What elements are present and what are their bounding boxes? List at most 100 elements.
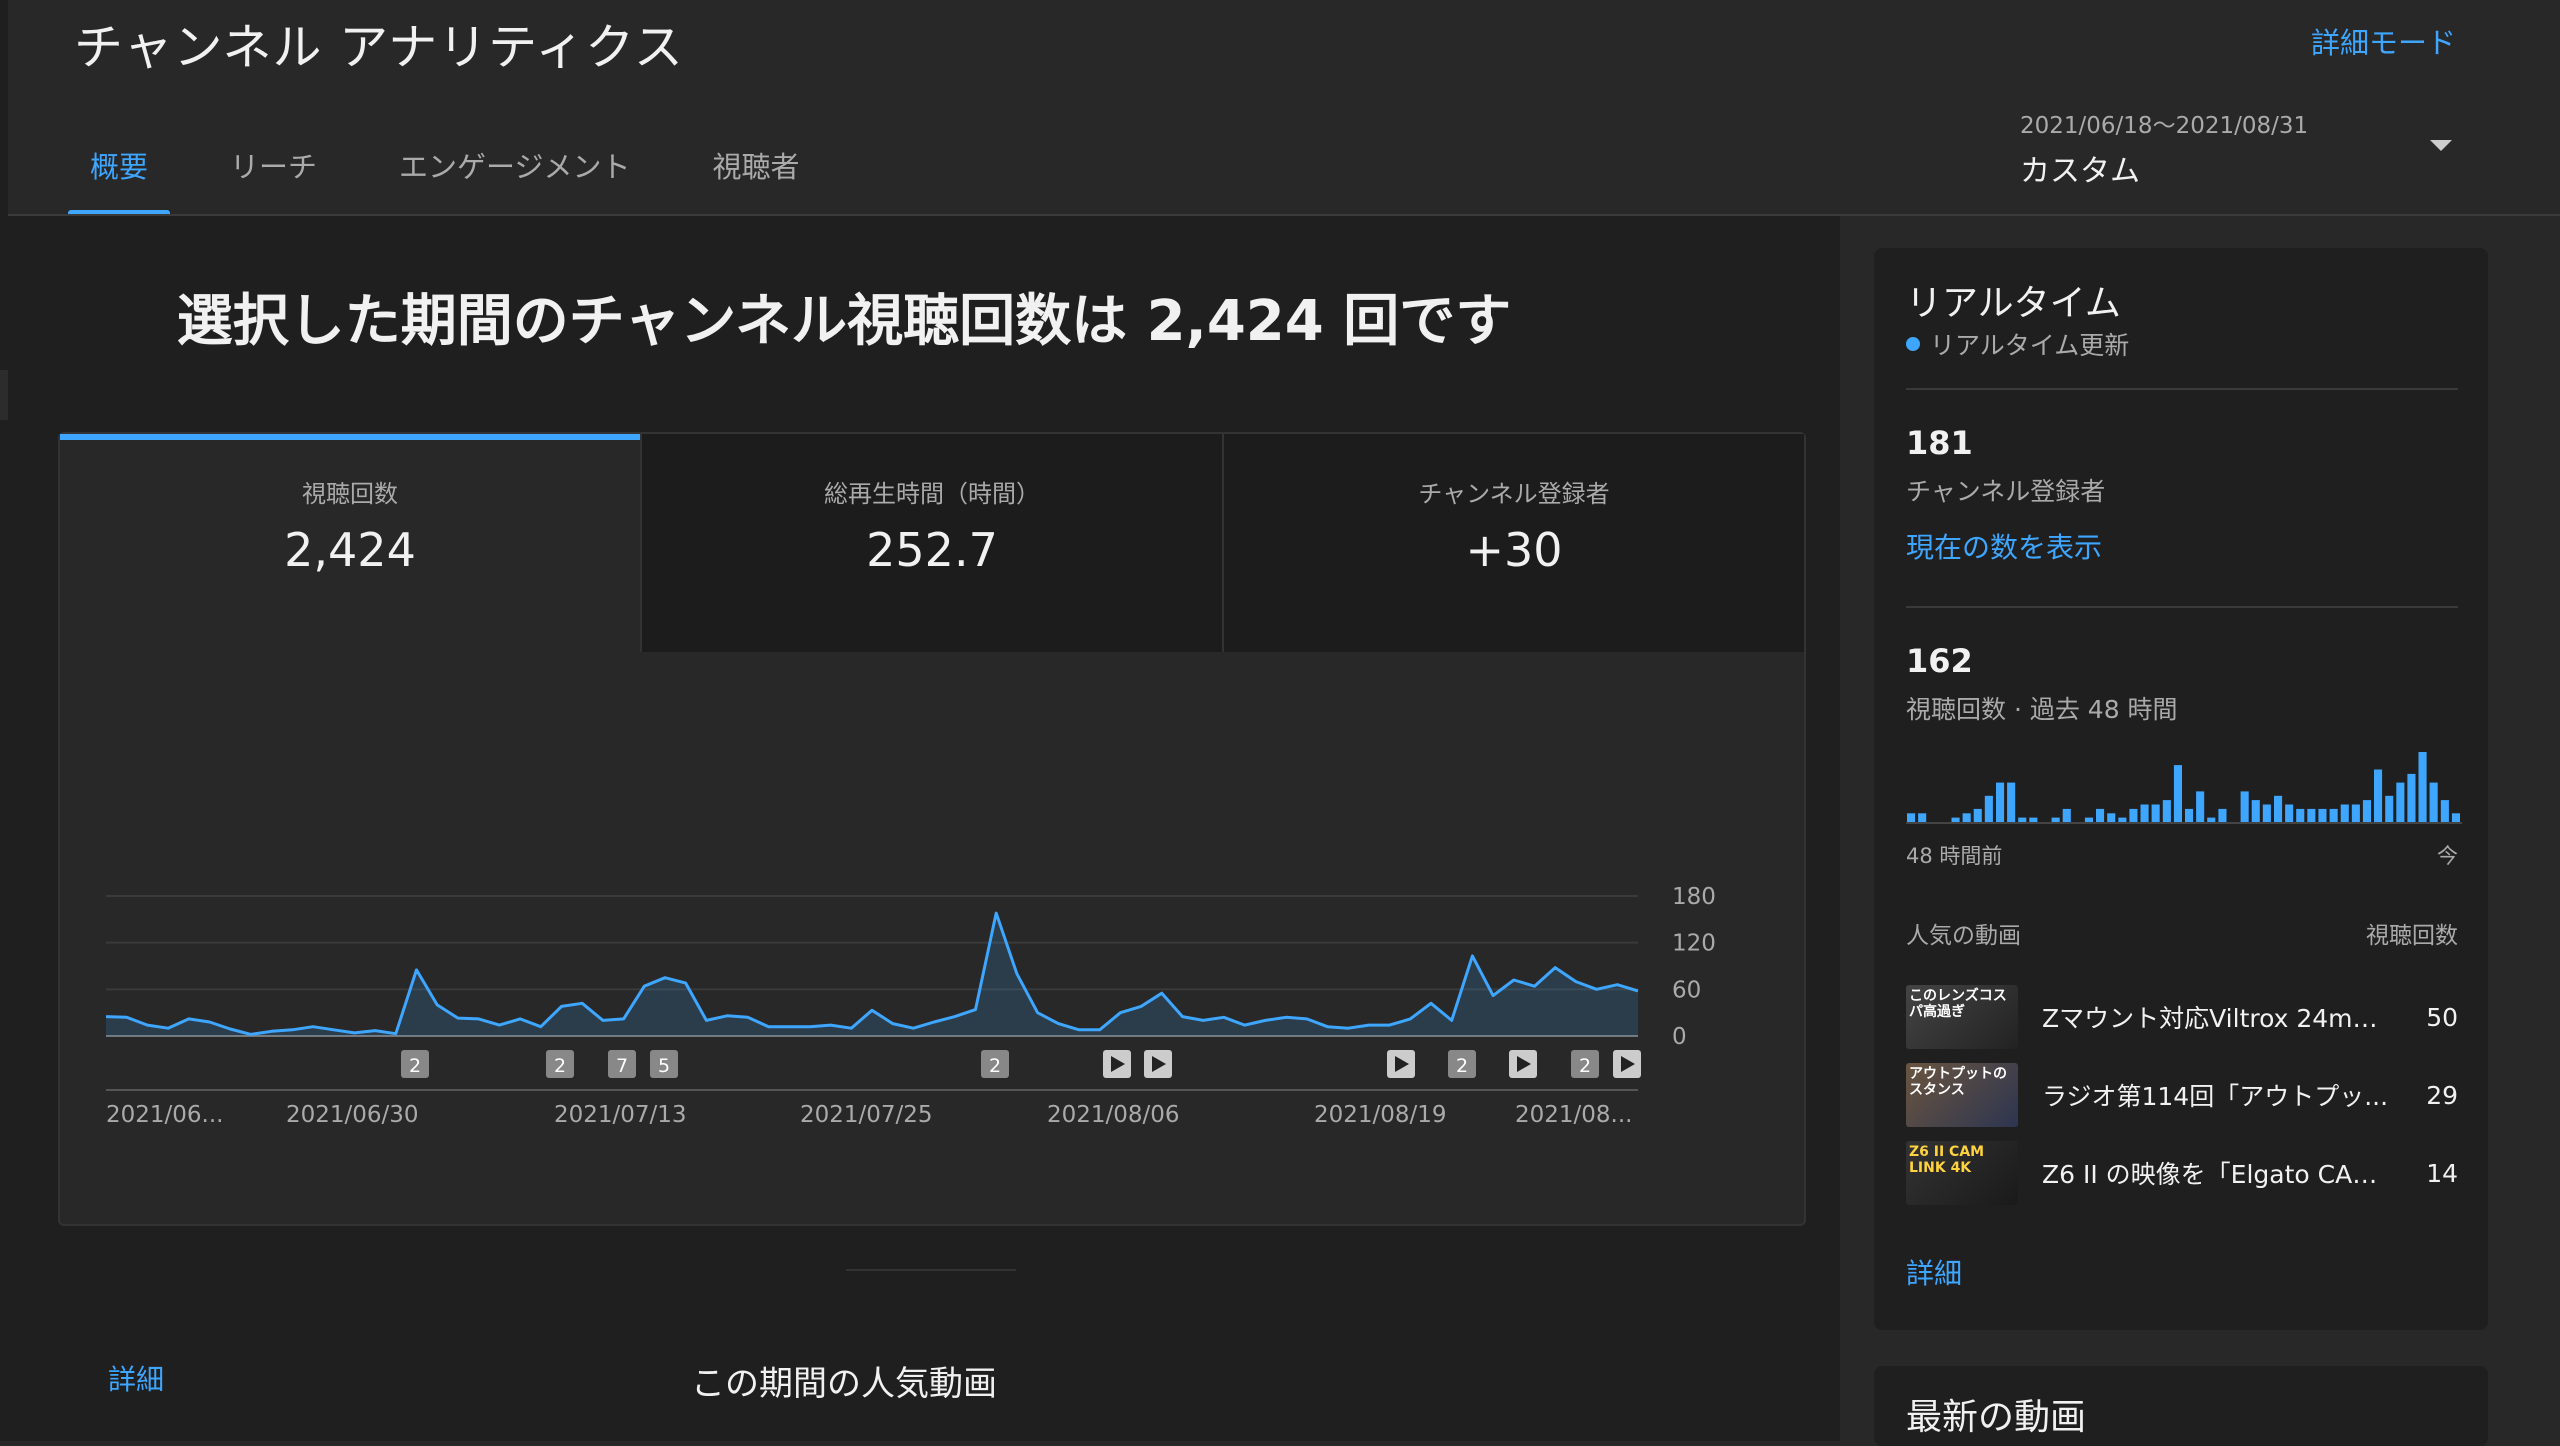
video-views: 29: [2426, 1080, 2458, 1110]
svg-text:2: 2: [409, 1055, 421, 1077]
tab-reach[interactable]: リーチ: [208, 138, 339, 216]
realtime-bar: [2362, 800, 2371, 822]
realtime-bar: [2418, 752, 2427, 822]
page-title: チャンネル アナリティクス: [74, 19, 684, 76]
realtime-bar: [1984, 795, 1993, 823]
realtime-bar: [2107, 813, 2116, 823]
video-marker-count: 7: [608, 1050, 636, 1078]
realtime-bar: [2340, 804, 2349, 822]
metric-label: 総再生時間（時間）: [824, 480, 1040, 508]
section-divider: [846, 1269, 1016, 1271]
realtime-bar: [2318, 808, 2327, 822]
realtime-bar: [2096, 808, 2105, 822]
svg-text:2: 2: [554, 1055, 566, 1077]
show-current-link[interactable]: 現在の数を表示: [1906, 526, 2102, 566]
realtime-bar: [2440, 800, 2449, 822]
realtime-bar: [2029, 817, 2038, 822]
realtime-bar: [2218, 808, 2227, 822]
realtime-bar: [2351, 804, 2360, 822]
realtime-bar: [2207, 817, 2216, 822]
realtime-bar: [2051, 817, 2060, 822]
realtime-bar: [1962, 813, 1971, 823]
video-marker-play-icon: [1387, 1050, 1415, 1078]
x-tick-label: 2021/07/13: [554, 1102, 687, 1128]
video-title: Z6 II の映像を「Elgato CAM ...: [2042, 1160, 2392, 1189]
views-chart: 0 60 120 180 2 2 7 5 2 2 2 2021/06... 2021/06/30 2021…: [105, 884, 1716, 1128]
popular-video-row[interactable]: Z6 II CAM LINK 4K Z6 II の映像を「Elgato CAM …: [1906, 1140, 2458, 1206]
realtime-bar: [1996, 782, 2005, 822]
metric-label: チャンネル登録者: [1418, 480, 1610, 508]
y-tick-label: 180: [1672, 884, 1716, 910]
y-tick-label: 120: [1672, 931, 1716, 957]
realtime-bar: [1951, 817, 1960, 822]
views-area: [106, 913, 1638, 1036]
metric-tab-watch-time[interactable]: 総再生時間（時間） 252.7: [640, 434, 1222, 652]
video-views: 14: [2426, 1158, 2458, 1188]
tab-engagement[interactable]: エンゲージメント: [377, 138, 652, 216]
svg-text:2: 2: [1456, 1055, 1468, 1077]
left-rail: [0, 0, 8, 1441]
x-tick-label: 2021/08/19: [1314, 1102, 1447, 1128]
latest-video-title: 最新の動画: [1906, 1397, 2087, 1438]
views-column-header: 視聴回数: [2366, 923, 2458, 949]
popular-video-row[interactable]: アウトプットのスタンス ラジオ第114回「アウトプッ... 29: [1906, 1062, 2458, 1128]
realtime-bar: [2329, 808, 2338, 822]
realtime-bar: [2274, 795, 2283, 823]
popular-videos-title: この期間の人気動画: [691, 1364, 997, 1404]
realtime-bar: [2385, 795, 2394, 823]
thumbnail-text: アウトプットのスタンス: [1909, 1066, 2007, 1098]
metric-tabs: 視聴回数 2,424 総再生時間（時間） 252.7 チャンネル登録者 +30: [60, 434, 1804, 652]
realtime-bar: [2140, 804, 2149, 822]
tab-bar: 概要 リーチ エンゲージメント 視聴者: [68, 138, 859, 216]
subscriber-label: チャンネル登録者: [1906, 477, 2106, 506]
metric-tab-views[interactable]: 視聴回数 2,424: [60, 434, 640, 652]
video-marker-play-icon: [1613, 1050, 1641, 1078]
thumbnail-text: Z6 II CAM LINK 4K: [1909, 1144, 1985, 1176]
realtime-bar: [2018, 817, 2027, 822]
subscriber-count: 181: [1906, 424, 1973, 462]
realtime-bar: [1973, 808, 1982, 822]
y-tick-label: 60: [1672, 977, 1701, 1003]
realtime-bar: [2285, 804, 2294, 822]
realtime-bar: [2240, 791, 2249, 822]
advanced-mode-link[interactable]: 詳細モード: [2311, 20, 2456, 62]
svg-text:2: 2: [1579, 1055, 1591, 1077]
tab-overview[interactable]: 概要: [68, 138, 171, 216]
views-48h-label: 視聴回数 · 過去 48 時間: [1906, 695, 2178, 724]
divider: [1906, 606, 2458, 608]
video-thumbnail: このレンズコスパ高過ぎ: [1906, 985, 2018, 1049]
video-title: Zマウント対応Viltrox 24mm...: [2042, 1004, 2392, 1033]
svg-text:7: 7: [616, 1055, 628, 1077]
metric-value: 2,424: [284, 523, 416, 577]
realtime-bar-chart: [1906, 752, 2462, 824]
x-tick-label: 2021/08...: [1515, 1102, 1632, 1128]
latest-video-card: 最新の動画: [1874, 1366, 2488, 1446]
realtime-bar: [2185, 808, 2194, 822]
realtime-bar: [2296, 808, 2305, 822]
popular-video-row[interactable]: このレンズコスパ高過ぎ Zマウント対応Viltrox 24mm... 50: [1906, 984, 2458, 1050]
svg-text:5: 5: [658, 1055, 670, 1077]
bar-chart-end-label: 今: [2437, 844, 2458, 868]
video-thumbnail: Z6 II CAM LINK 4K: [1906, 1141, 2018, 1205]
realtime-bar: [2084, 817, 2093, 822]
video-marker-play-icon: [1144, 1050, 1172, 1078]
tab-audience[interactable]: 視聴者: [690, 138, 821, 216]
divider: [1906, 388, 2458, 390]
popular-videos-label: 人気の動画: [1906, 923, 2021, 949]
thumbnail-text: このレンズコスパ高過ぎ: [1909, 988, 2007, 1020]
date-range-label: カスタム: [2020, 154, 2140, 189]
realtime-live-indicator: リアルタイム更新: [1906, 326, 2129, 362]
realtime-bar: [2162, 800, 2171, 822]
date-range-picker[interactable]: 2021/06/18〜2021/08/31 カスタム: [2020, 106, 2460, 189]
realtime-bar: [2262, 804, 2271, 822]
video-marker-play-icon: [1509, 1050, 1537, 1078]
metric-tab-subscribers[interactable]: チャンネル登録者 +30: [1222, 434, 1804, 652]
realtime-bar: [2118, 817, 2127, 822]
x-tick-label: 2021/06...: [106, 1102, 223, 1128]
realtime-bar: [1918, 813, 1927, 823]
date-range-text: 2021/06/18〜2021/08/31: [2020, 113, 2309, 139]
realtime-details-link[interactable]: 詳細: [1906, 1252, 1962, 1292]
realtime-bar: [1907, 813, 1916, 823]
views-headline: 選択した期間のチャンネル視聴回数は 2,424 回です: [176, 289, 1512, 354]
x-tick-label: 2021/06/30: [286, 1102, 419, 1128]
